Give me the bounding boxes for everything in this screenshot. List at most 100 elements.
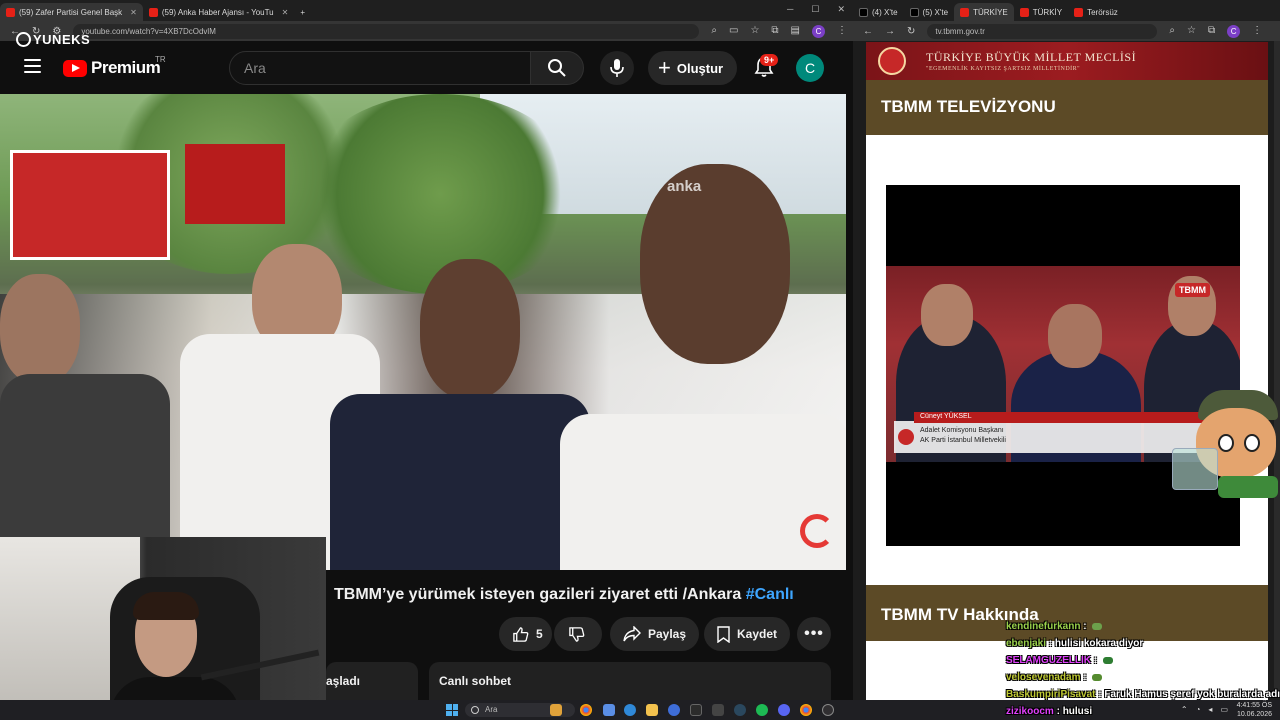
- voice-search-button[interactable]: [600, 51, 634, 85]
- tbmm-emblem-icon[interactable]: [878, 47, 906, 75]
- thumbs-down-icon: [569, 626, 585, 642]
- account-avatar[interactable]: C: [796, 54, 824, 82]
- tab-x-2[interactable]: (5) X'te: [904, 3, 955, 21]
- chrome-icon[interactable]: [580, 704, 592, 716]
- store-icon[interactable]: [603, 704, 615, 716]
- committee-chair-face: [1048, 304, 1102, 368]
- window-controls: ─ ☐ ✕: [787, 4, 845, 15]
- zoom-icon[interactable]: ⌕: [711, 25, 717, 38]
- terminal-icon[interactable]: [690, 704, 702, 716]
- emote-icon: [1102, 656, 1113, 664]
- channel-watermark-text: YUNEKS: [33, 32, 91, 47]
- live-chat-header[interactable]: Canlı sohbet: [429, 662, 831, 700]
- bookmark-star-icon[interactable]: ☆: [750, 25, 759, 38]
- protest-banner: [185, 144, 285, 224]
- youtube-play-icon: [63, 59, 87, 77]
- mascot-eye: [1218, 434, 1234, 452]
- video-player[interactable]: anka: [0, 94, 846, 570]
- like-button[interactable]: 5: [499, 617, 552, 651]
- steam-icon[interactable]: [734, 704, 746, 716]
- new-tab-button[interactable]: +: [294, 3, 311, 21]
- chat-username: zizikoocm: [1006, 706, 1054, 717]
- channel-logo-icon: [800, 514, 834, 548]
- save-label: Kaydet: [737, 627, 778, 641]
- stream-started-label: aşladı: [326, 674, 361, 688]
- close-tab-icon[interactable]: ✕: [282, 8, 289, 17]
- maximize-icon[interactable]: ☐: [811, 4, 819, 15]
- page-scrollbar[interactable]: [1274, 41, 1280, 693]
- tbmm-stream-logo: TBMM: [1175, 283, 1210, 297]
- right-address-bar: ← → ↻ tv.tbmm.gov.tr ⌕ ☆ ⧉ C ⋮: [853, 21, 1280, 41]
- tab-tbmm-1[interactable]: TÜRKİYE: [954, 3, 1014, 21]
- zoom-icon[interactable]: ⌕: [1169, 25, 1175, 38]
- tab-title: (59) Zafer Partisi Genel Başk: [19, 7, 123, 17]
- tab-title: TÜRKİY: [1032, 7, 1063, 17]
- extensions-icon[interactable]: ⧉: [1208, 25, 1215, 38]
- right-browser-window: (4) X'te (5) X'te TÜRKİYE TÜRKİY Terörsü…: [853, 0, 1280, 700]
- obs-icon[interactable]: [822, 704, 834, 716]
- more-actions-button[interactable]: •••: [797, 617, 831, 651]
- hamburger-menu-icon[interactable]: [24, 59, 41, 73]
- like-count: 5: [536, 627, 543, 641]
- minimize-icon[interactable]: ─: [787, 4, 793, 15]
- channel-watermark: YUNEKS: [16, 32, 90, 47]
- reload-icon[interactable]: ↻: [907, 26, 915, 37]
- widgets-icon[interactable]: [550, 704, 562, 716]
- stream-started-tab[interactable]: aşladı: [326, 662, 418, 700]
- youtube-logo[interactable]: Premium: [63, 58, 161, 78]
- streamer-hair: [133, 592, 199, 620]
- extensions-icon[interactable]: ⧉: [771, 25, 778, 38]
- profile-avatar[interactable]: C: [1227, 24, 1241, 38]
- mascot-eye: [1244, 434, 1260, 452]
- back-icon[interactable]: ←: [863, 26, 873, 37]
- forward-icon[interactable]: →: [885, 26, 895, 37]
- menu-icon[interactable]: ⋮: [837, 25, 847, 38]
- tab-anka-haber[interactable]: (59) Anka Haber Ajansı - YouTu ✕: [143, 3, 294, 21]
- tab-title: (4) X'te: [872, 7, 898, 17]
- discord-icon[interactable]: [778, 704, 790, 716]
- chat-message: ebenjaki : hulisi kokara diyor: [1006, 638, 1144, 649]
- search-input[interactable]: Ara: [229, 51, 531, 85]
- close-tab-icon[interactable]: ✕: [130, 8, 137, 17]
- edge-icon[interactable]: [624, 704, 636, 716]
- tab-terorsuz[interactable]: Terörsüz: [1068, 3, 1124, 21]
- spotify-icon[interactable]: [756, 704, 768, 716]
- share-button[interactable]: Paylaş: [610, 617, 700, 651]
- bookmark-star-icon[interactable]: ☆: [1187, 25, 1196, 38]
- chat-message: velosevenadam :: [1006, 669, 1280, 686]
- save-button[interactable]: Kaydet: [704, 617, 791, 651]
- create-button[interactable]: + Oluştur: [648, 51, 738, 85]
- menu-icon[interactable]: ⋮: [1252, 25, 1262, 38]
- youtube-header: Premium TR Ara + Oluştur 9+ C: [0, 41, 853, 94]
- tab-zafer-partisi[interactable]: (59) Zafer Partisi Genel Başk ✕: [0, 3, 143, 21]
- tab-title: (5) X'te: [922, 7, 949, 17]
- close-window-icon[interactable]: ✕: [837, 4, 845, 15]
- chat-username: velosevenadam: [1006, 672, 1081, 683]
- windows-start-icon[interactable]: [446, 704, 458, 716]
- profile-avatar[interactable]: C: [812, 24, 825, 38]
- url-field[interactable]: youtube.com/watch?v=4XB7DcOdvlM: [73, 23, 700, 39]
- committee-member-face: [921, 284, 973, 346]
- video-title-text: TBMM’ye yürümek isteyen gazileri ziyaret…: [334, 586, 742, 603]
- youtube-favicon-icon: [148, 7, 158, 17]
- tab-x-1[interactable]: (4) X'te: [853, 3, 904, 21]
- address-bar-actions: ⌕ ▭ ☆ ⧉ ▤ C ⋮: [711, 24, 847, 38]
- hashtag-link[interactable]: #Canlı: [746, 586, 794, 603]
- cast-icon[interactable]: ▭: [729, 25, 738, 38]
- search-button[interactable]: [530, 51, 584, 85]
- side-panel-icon[interactable]: ▤: [791, 25, 800, 38]
- chrome-icon-2[interactable]: [800, 704, 812, 716]
- tab-tbmm-2[interactable]: TÜRKİY: [1014, 3, 1068, 21]
- youtube-favicon-icon: [6, 7, 15, 17]
- dislike-button[interactable]: [554, 617, 602, 651]
- url-field[interactable]: tv.tbmm.gov.tr: [927, 23, 1158, 39]
- cortana-icon[interactable]: [668, 704, 680, 716]
- notification-badge: 9+: [760, 54, 779, 66]
- mascot-money: [1218, 476, 1278, 498]
- app-icon[interactable]: [712, 704, 724, 716]
- crowd-body: [330, 394, 590, 570]
- news-favicon-icon: [1074, 7, 1084, 17]
- file-explorer-icon[interactable]: [646, 704, 658, 716]
- tbmm-site-name: TÜRKİYE BÜYÜK MİLLET MECLİSİ: [926, 50, 1137, 64]
- tbmm-favicon-icon: [1019, 7, 1029, 17]
